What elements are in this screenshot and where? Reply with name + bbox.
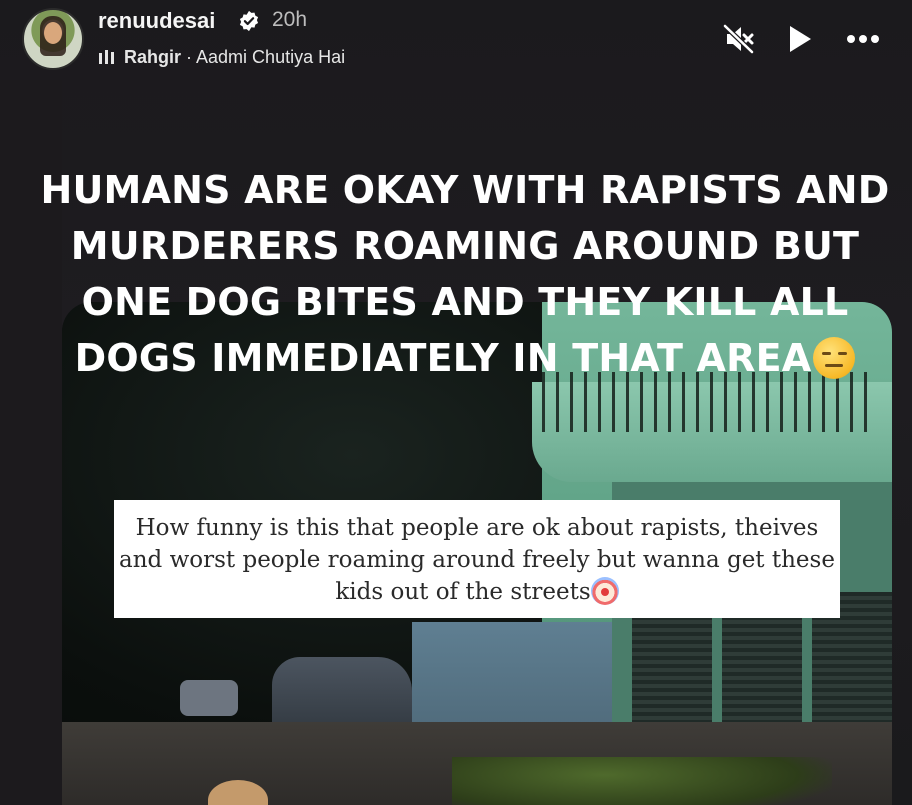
expressionless-face-icon: [813, 337, 856, 379]
story-headline: HUMANS ARE OKAY WITH RAPISTS AND MURDERE…: [40, 162, 890, 386]
mute-icon[interactable]: [722, 22, 756, 56]
avatar-face: [44, 22, 62, 44]
audio-bars-icon: [99, 50, 114, 64]
post-time: 20h: [272, 8, 308, 31]
song-separator: ·: [181, 47, 197, 67]
more-options-icon[interactable]: [846, 22, 880, 56]
verified-badge-icon: [239, 10, 259, 32]
song-name: Aadmi Chutiya Hai: [196, 47, 346, 67]
music-info[interactable]: Rahgir · Aadmi Chutiya Hai: [98, 47, 345, 68]
caption-card: How funny is this that people are ok abo…: [114, 500, 840, 618]
username[interactable]: renuudesai: [98, 8, 215, 34]
story-viewer: renuudesai 20h Rahgir · Aadmi Chutiya Ha…: [0, 0, 912, 805]
story-header: renuudesai 20h Rahgir · Aadmi Chutiya Ha…: [0, 0, 912, 80]
song-title: Rahgir: [124, 47, 182, 67]
parked-car-distant: [180, 680, 238, 716]
avatar[interactable]: [22, 8, 84, 70]
caption-text-block: How funny is this that people are ok abo…: [114, 512, 840, 608]
headline-text: HUMANS ARE OKAY WITH RAPISTS AND MURDERE…: [40, 168, 890, 380]
caption-text: How funny is this that people are ok abo…: [119, 515, 835, 605]
grass-patch: [452, 757, 832, 805]
clown-face-icon: [590, 577, 619, 605]
play-icon[interactable]: [782, 22, 816, 56]
